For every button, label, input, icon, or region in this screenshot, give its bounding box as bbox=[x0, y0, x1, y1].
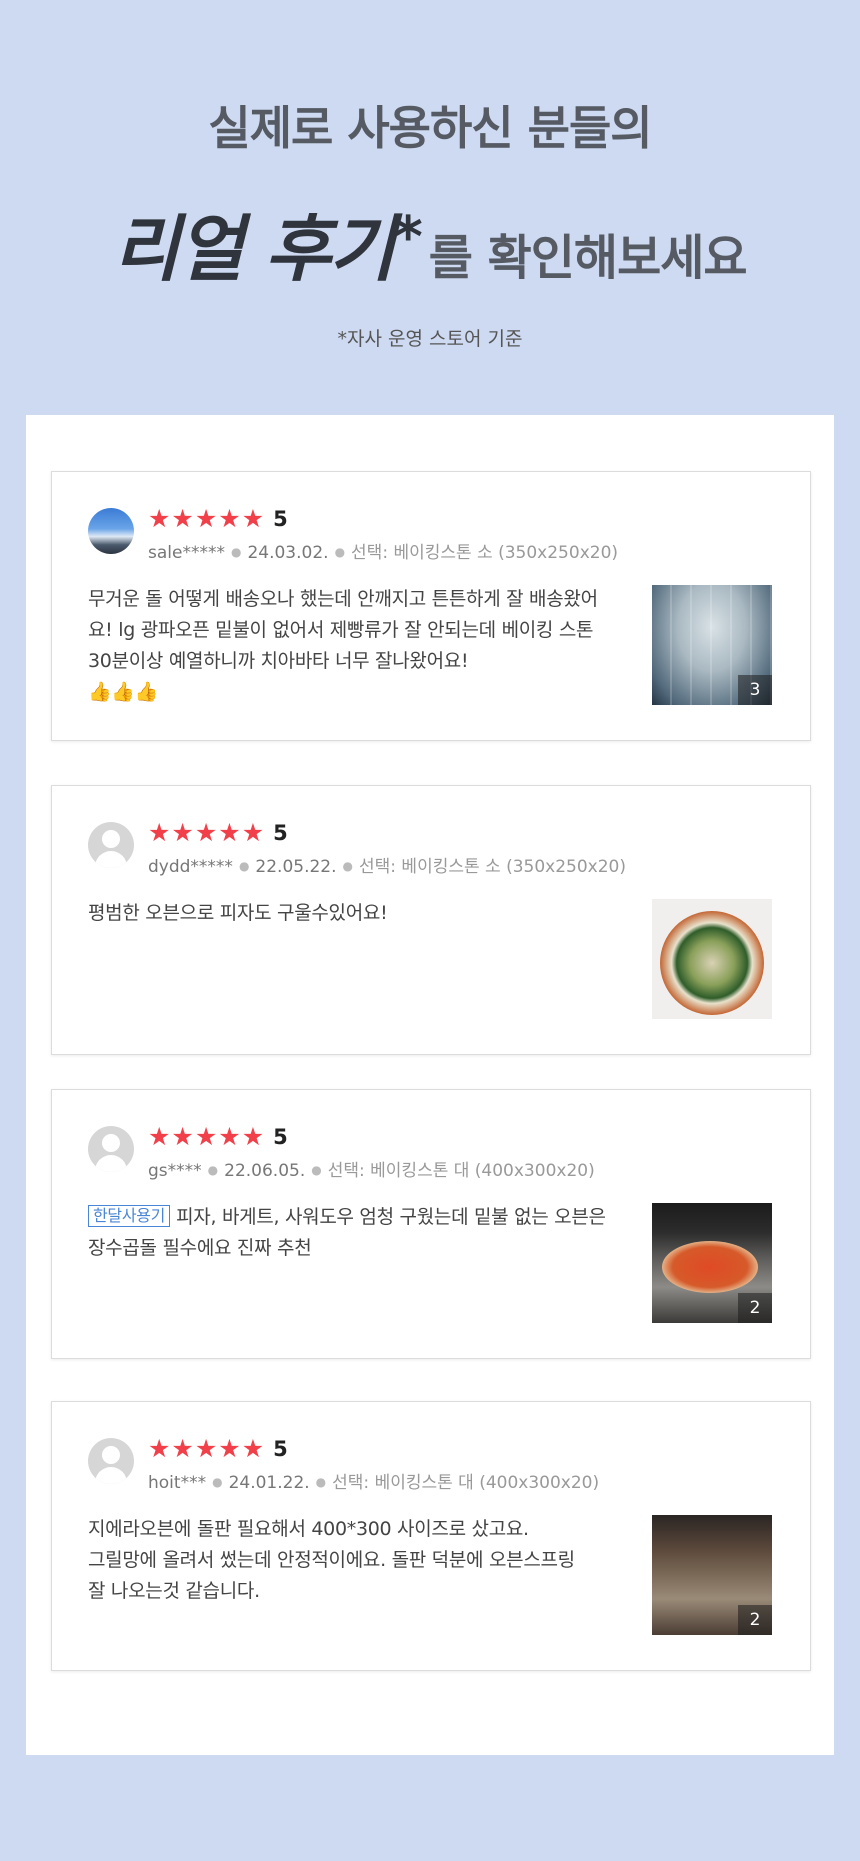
review-text: 평범한 오븐으로 피자도 구울수있어요! bbox=[88, 902, 388, 924]
star-icon: ★ bbox=[241, 1122, 265, 1151]
review-line: 그릴망에 올려서 썼는데 안정적이에요. 돌판 덕분에 오븐스프링 bbox=[88, 1549, 575, 1571]
rating-score: 5 bbox=[273, 1437, 288, 1461]
default-avatar-icon bbox=[88, 1438, 134, 1484]
review-meta: gs**** ● 22.06.05. ● 선택: 베이킹스톤 대 (400x300x20… bbox=[148, 1156, 595, 1181]
hero-line2-rest: 를 확인해보세요 bbox=[428, 230, 748, 286]
hero-line2: 리얼 후기* 를 확인해보세요 bbox=[0, 190, 860, 295]
star-icon: ★ bbox=[218, 1434, 241, 1463]
rating-score: 5 bbox=[273, 1125, 288, 1149]
review-card: ★ ★ ★ ★ ★ 5 hoit*** ● 24.01.22. ● 선택: 베이킹스톤 … bbox=[51, 1401, 811, 1671]
separator-dot: ● bbox=[342, 859, 354, 873]
separator-dot: ● bbox=[311, 1163, 322, 1177]
rating-score: 5 bbox=[273, 507, 288, 531]
review-line: 잘 나오는것 같습니다. bbox=[88, 1580, 260, 1602]
reviewer-id: sale***** bbox=[148, 543, 225, 563]
star-icon: ★ bbox=[148, 1434, 171, 1463]
pizza-image bbox=[660, 911, 764, 1015]
review-meta: sale***** ● 24.03.02. ● 선택: 베이킹스톤 소 (350x250… bbox=[148, 538, 618, 563]
hero-note: *자사 운영 스토어 기준 bbox=[337, 328, 523, 350]
separator-dot: ● bbox=[315, 1475, 327, 1489]
purchase-option: 선택: 베이킹스톤 소 (350x250x20) bbox=[359, 857, 626, 877]
review-photo[interactable]: 3 bbox=[652, 585, 772, 705]
review-text: 지에라오븐에 돌판 필요해서 400*300 사이즈로 샀고요. 그릴망에 올려… bbox=[88, 1514, 618, 1607]
rating-score: 5 bbox=[273, 821, 288, 845]
review-date: 22.05.22. bbox=[255, 857, 337, 877]
review-photo[interactable]: 2 bbox=[652, 1203, 772, 1323]
review-text: 한달사용기 피자, 바게트, 사워도우 엄청 구웠는데 밑불 없는 오븐은 장수곱… bbox=[88, 1202, 618, 1264]
star-rating: ★ ★ ★ ★ ★ 5 bbox=[148, 506, 288, 532]
review-meta: dydd***** ● 22.05.22. ● 선택: 베이킹스톤 소 (350x250… bbox=[148, 852, 626, 877]
review-meta: hoit*** ● 24.01.22. ● 선택: 베이킹스톤 대 (400x300x2… bbox=[148, 1468, 599, 1493]
review-line: 지에라오븐에 돌판 필요해서 400*300 사이즈로 샀고요. bbox=[88, 1518, 529, 1540]
star-icon: ★ bbox=[171, 818, 194, 847]
default-avatar-icon bbox=[88, 1126, 134, 1172]
photo-count: 2 bbox=[738, 1605, 772, 1635]
review-photo[interactable]: 2 bbox=[652, 1515, 772, 1635]
review-body: 무거운 돌 어떻게 배송오나 했는데 안깨지고 튼튼하게 잘 배송왔어요! lg… bbox=[88, 588, 598, 672]
hero-emphasis: 리얼 후기 bbox=[113, 207, 395, 291]
star-rating: ★ ★ ★ ★ ★ 5 bbox=[148, 820, 288, 846]
review-photo[interactable] bbox=[652, 899, 772, 1019]
separator-dot: ● bbox=[212, 1475, 223, 1489]
usage-tag: 한달사용기 bbox=[88, 1205, 171, 1227]
hero-line1: 실제로 사용하신 분들의 bbox=[208, 101, 652, 155]
star-icon: ★ bbox=[241, 818, 265, 847]
pizza-image bbox=[662, 1241, 758, 1293]
photo-count: 3 bbox=[738, 675, 772, 705]
star-icon: ★ bbox=[218, 1122, 241, 1151]
default-avatar-icon bbox=[88, 822, 134, 868]
star-icon: ★ bbox=[194, 1122, 218, 1151]
review-date: 24.03.02. bbox=[247, 543, 329, 563]
star-icon: ★ bbox=[148, 818, 171, 847]
star-icon: ★ bbox=[194, 504, 218, 533]
separator-dot: ● bbox=[334, 545, 346, 559]
star-icon: ★ bbox=[171, 1122, 194, 1151]
photo-count: 2 bbox=[738, 1293, 772, 1323]
review-date: 24.01.22. bbox=[228, 1473, 310, 1493]
star-icon: ★ bbox=[148, 1122, 171, 1151]
star-icon: ★ bbox=[171, 504, 194, 533]
star-icon: ★ bbox=[241, 504, 265, 533]
reviewer-id: dydd***** bbox=[148, 857, 233, 877]
purchase-option: 선택: 베이킹스톤 소 (350x250x20) bbox=[351, 543, 619, 563]
purchase-option: 선택: 베이킹스톤 대 (400x300x20) bbox=[327, 1161, 595, 1181]
avatar bbox=[88, 508, 134, 554]
review-date: 22.06.05. bbox=[224, 1161, 306, 1181]
hero-section: 실제로 사용하신 분들의 리얼 후기* 를 확인해보세요 *자사 운영 스토어 기… bbox=[0, 0, 860, 415]
hero-asterisk: * bbox=[393, 205, 423, 270]
separator-dot: ● bbox=[207, 1163, 219, 1177]
star-icon: ★ bbox=[194, 1434, 218, 1463]
star-icon: ★ bbox=[171, 1434, 194, 1463]
star-rating: ★ ★ ★ ★ ★ 5 bbox=[148, 1124, 288, 1150]
reviewer-id: gs**** bbox=[148, 1161, 202, 1181]
review-text: 무거운 돌 어떻게 배송오나 했는데 안깨지고 튼튼하게 잘 배송왔어요! lg… bbox=[88, 584, 618, 708]
purchase-option: 선택: 베이킹스톤 대 (400x300x20) bbox=[332, 1473, 600, 1493]
star-icon: ★ bbox=[148, 504, 171, 533]
review-card: ★ ★ ★ ★ ★ 5 sale***** ● 24.03.02. ● 선택: 베이킹스… bbox=[51, 471, 811, 741]
star-icon: ★ bbox=[194, 818, 218, 847]
star-icon: ★ bbox=[218, 504, 241, 533]
review-card: ★ ★ ★ ★ ★ 5 gs**** ● 22.06.05. ● 선택: 베이킹스톤 대… bbox=[51, 1089, 811, 1359]
review-panel: ★ ★ ★ ★ ★ 5 sale***** ● 24.03.02. ● 선택: 베이킹스… bbox=[26, 415, 834, 1755]
review-card: ★ ★ ★ ★ ★ 5 dydd***** ● 22.05.22. ● 선택: 베이킹스… bbox=[51, 785, 811, 1055]
star-icon: ★ bbox=[241, 1434, 265, 1463]
separator-dot: ● bbox=[238, 859, 250, 873]
star-icon: ★ bbox=[218, 818, 241, 847]
separator-dot: ● bbox=[230, 545, 242, 559]
star-rating: ★ ★ ★ ★ ★ 5 bbox=[148, 1436, 288, 1462]
thumbs-up-icon: 👍👍👍 bbox=[88, 681, 159, 703]
reviewer-id: hoit*** bbox=[148, 1473, 207, 1493]
